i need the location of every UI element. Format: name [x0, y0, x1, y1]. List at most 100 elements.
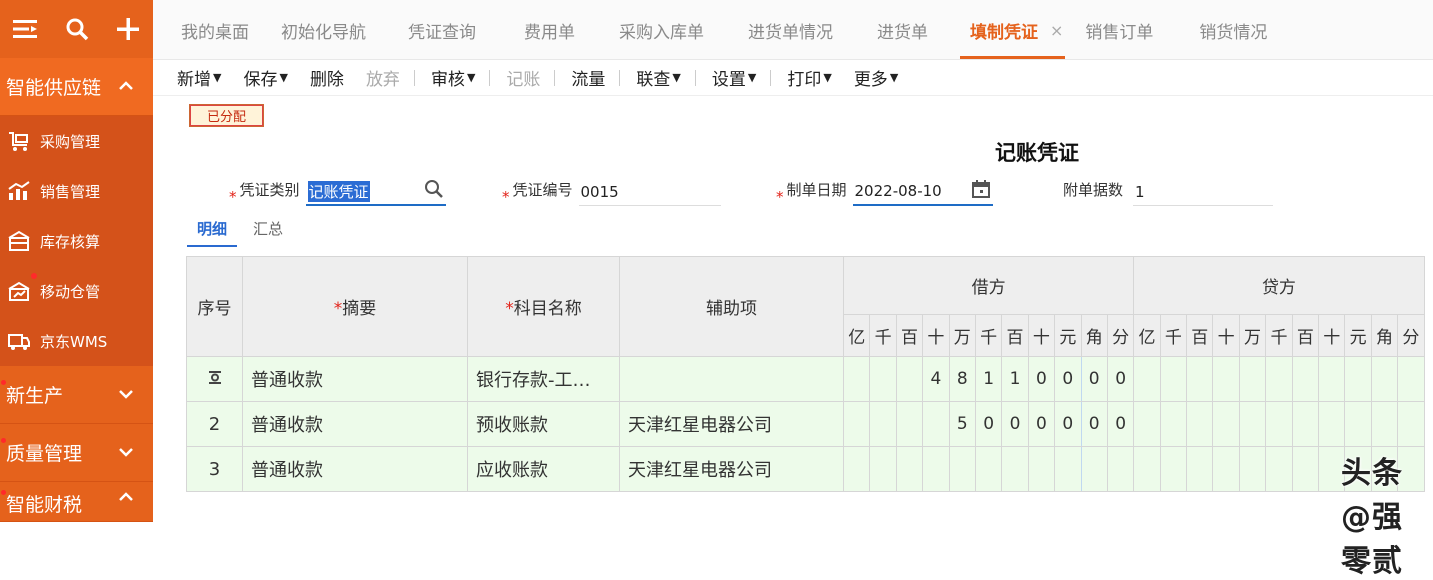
voucher-number-input[interactable]: 0015: [578, 178, 721, 206]
tab-summary[interactable]: 汇总: [243, 215, 293, 247]
row-account[interactable]: 预收账款: [467, 401, 620, 447]
credit-digit-cell[interactable]: [1344, 356, 1372, 402]
debit-digit-cell[interactable]: [974, 446, 1003, 492]
debit-digit-cell[interactable]: [922, 446, 950, 492]
save-button[interactable]: 保存 ▼: [243, 65, 287, 90]
sidebar-section-supply-chain[interactable]: 智能供应链: [0, 58, 153, 116]
debit-digit-cell[interactable]: [842, 401, 871, 447]
debit-digit-cell[interactable]: [1001, 446, 1029, 492]
flow-button[interactable]: 流量: [571, 65, 605, 90]
row-summary[interactable]: 普通收款: [242, 446, 468, 492]
debit-digit-cell[interactable]: 0: [974, 401, 1003, 447]
credit-digit-cell[interactable]: [1265, 356, 1293, 402]
settings-button[interactable]: 设置 ▼: [712, 65, 756, 90]
debit-digit-cell[interactable]: 0: [1080, 401, 1108, 447]
debit-digit-cell[interactable]: [895, 356, 924, 402]
credit-digit-cell[interactable]: [1370, 356, 1399, 402]
tab-sales-order[interactable]: 销售订单: [1075, 1, 1177, 59]
row-aux[interactable]: [619, 356, 844, 402]
debit-digit-cell[interactable]: [869, 446, 897, 492]
calendar-icon[interactable]: [971, 179, 991, 203]
close-icon[interactable]: ×: [1050, 21, 1063, 40]
credit-digit-cell[interactable]: [1238, 401, 1267, 447]
credit-digit-cell[interactable]: [1186, 401, 1214, 447]
debit-digit-cell[interactable]: [842, 446, 871, 492]
credit-digit-cell[interactable]: [1397, 401, 1425, 447]
credit-digit-cell[interactable]: [1186, 446, 1214, 492]
debit-digit-cell[interactable]: 0: [1080, 356, 1108, 402]
debit-digit-cell[interactable]: 8: [948, 356, 976, 402]
credit-digit-cell[interactable]: [1318, 356, 1346, 402]
debit-digit-cell[interactable]: [869, 401, 897, 447]
credit-digit-cell[interactable]: [1159, 446, 1188, 492]
table-row[interactable]: 普通收款 银行存款-工… 4 8 1 1 0 0 0 0: [186, 356, 1425, 402]
debit-digit-cell[interactable]: 0: [1106, 401, 1135, 447]
sidebar-item-mobile-warehouse[interactable]: 移动仓管: [0, 266, 153, 316]
credit-digit-cell[interactable]: [1344, 401, 1372, 447]
row-account[interactable]: 银行存款-工…: [467, 356, 620, 402]
credit-digit-cell[interactable]: [1291, 446, 1320, 492]
sidebar-item-jd-wms[interactable]: 京东WMS: [0, 316, 153, 366]
delete-button[interactable]: 删除: [310, 65, 344, 90]
credit-digit-cell[interactable]: [1397, 356, 1425, 402]
debit-digit-cell[interactable]: [1027, 446, 1056, 492]
tab-expense[interactable]: 费用单: [502, 1, 597, 59]
credit-digit-cell[interactable]: [1318, 401, 1346, 447]
tab-voucher-query[interactable]: 凭证查询: [382, 1, 502, 59]
credit-digit-cell[interactable]: [1212, 401, 1240, 447]
sidebar-item-sales[interactable]: 销售管理: [0, 166, 153, 216]
credit-digit-cell[interactable]: [1186, 356, 1214, 402]
debit-digit-cell[interactable]: 0: [1054, 356, 1082, 402]
debit-digit-cell[interactable]: 0: [1027, 356, 1056, 402]
debit-digit-cell[interactable]: [922, 401, 950, 447]
sidebar-section-new-production[interactable]: 新生产: [0, 366, 153, 424]
voucher-category-input[interactable]: 记账凭证: [305, 178, 446, 206]
debit-digit-cell[interactable]: 4: [922, 356, 950, 402]
debit-digit-cell[interactable]: [1080, 446, 1108, 492]
debit-digit-cell[interactable]: 1: [974, 356, 1003, 402]
voucher-date-input[interactable]: 2022-08-10: [852, 178, 993, 206]
tab-init-guide[interactable]: 初始化导航: [265, 1, 382, 59]
credit-digit-cell[interactable]: [1159, 356, 1188, 402]
debit-digit-cell[interactable]: [895, 401, 924, 447]
abandon-button[interactable]: 放弃: [366, 65, 400, 90]
sidebar-section-finance-tax[interactable]: 智能财税: [0, 482, 153, 522]
debit-digit-cell[interactable]: 0: [1106, 356, 1135, 402]
credit-digit-cell[interactable]: [1133, 401, 1161, 447]
credit-digit-cell[interactable]: [1265, 446, 1293, 492]
review-button[interactable]: 审核 ▼: [431, 65, 475, 90]
add-button[interactable]: 新增 ▼: [177, 65, 221, 90]
row-account[interactable]: 应收账款: [467, 446, 620, 492]
tab-my-desktop[interactable]: 我的桌面: [165, 1, 265, 59]
post-button[interactable]: 记账: [506, 65, 540, 90]
attachment-count-input[interactable]: 1: [1133, 178, 1274, 206]
tab-fill-voucher[interactable]: 填制凭证 ×: [950, 1, 1075, 59]
tab-sales-status[interactable]: 销货情况: [1177, 1, 1289, 59]
debit-digit-cell[interactable]: 0: [1027, 401, 1056, 447]
credit-digit-cell[interactable]: [1238, 356, 1267, 402]
credit-digit-cell[interactable]: [1212, 446, 1240, 492]
search-icon[interactable]: [51, 0, 102, 58]
tab-purchase-order[interactable]: 进货单: [855, 1, 950, 59]
credit-digit-cell[interactable]: [1291, 356, 1320, 402]
debit-digit-cell[interactable]: [842, 356, 871, 402]
debit-digit-cell[interactable]: [1106, 446, 1135, 492]
credit-digit-cell[interactable]: [1159, 401, 1188, 447]
tab-purchase-status[interactable]: 进货单情况: [726, 1, 855, 59]
sidebar-item-inventory[interactable]: 库存核算: [0, 216, 153, 266]
debit-digit-cell[interactable]: [895, 446, 924, 492]
debit-digit-cell[interactable]: [948, 446, 976, 492]
row-aux[interactable]: 天津红星电器公司: [619, 446, 844, 492]
row-settings-icon[interactable]: [186, 356, 243, 402]
debit-digit-cell[interactable]: 5: [948, 401, 976, 447]
table-row[interactable]: 3 普通收款 应收账款 天津红星电器公司: [186, 446, 1425, 492]
row-aux[interactable]: 天津红星电器公司: [619, 401, 844, 447]
print-button[interactable]: 打印 ▼: [787, 65, 831, 90]
credit-digit-cell[interactable]: [1291, 401, 1320, 447]
sidebar-item-purchase[interactable]: 采购管理: [0, 116, 153, 166]
add-icon[interactable]: [102, 0, 153, 58]
credit-digit-cell[interactable]: [1238, 446, 1267, 492]
row-summary[interactable]: 普通收款: [242, 356, 468, 402]
debit-digit-cell[interactable]: 1: [1001, 356, 1029, 402]
credit-digit-cell[interactable]: [1265, 401, 1293, 447]
